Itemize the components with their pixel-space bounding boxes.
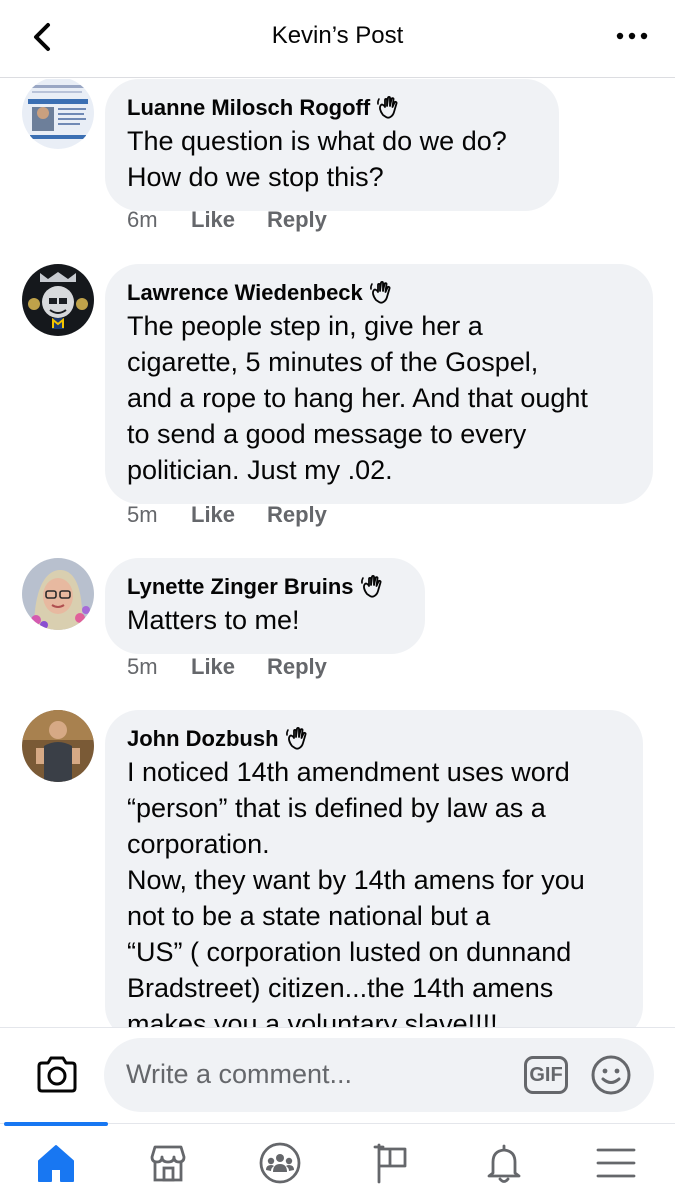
comment-bubble: John Dozbush I noticed 14th amendment us…	[105, 710, 643, 1027]
reply-button[interactable]: Reply	[267, 207, 327, 233]
tab-notifications[interactable]	[448, 1124, 560, 1200]
comment-author[interactable]: Lynette Zinger Bruins	[127, 572, 354, 602]
tab-menu[interactable]	[560, 1124, 672, 1200]
comment-text: Matters to me!	[127, 605, 300, 635]
comment-author[interactable]: John Dozbush	[127, 724, 279, 754]
wave-icon	[369, 280, 391, 304]
comment-text: The people step in, give her a cigarette…	[127, 311, 588, 485]
wave-icon	[377, 95, 398, 119]
emoji-icon[interactable]	[590, 1054, 632, 1096]
like-button[interactable]: Like	[191, 207, 267, 233]
gif-button[interactable]: GIF	[524, 1056, 568, 1094]
menu-icon	[596, 1148, 636, 1177]
comment-timestamp: 5m	[127, 654, 158, 679]
comment-bubble: Luanne Milosch Rogoff The question is wh…	[105, 79, 559, 211]
comment-actions: 5m Like Reply	[127, 502, 327, 528]
groups-icon	[259, 1142, 301, 1183]
comment-input-container: GIF	[104, 1038, 654, 1112]
comment-composer: GIF	[0, 1027, 675, 1123]
bottom-tab-bar	[0, 1122, 675, 1200]
comment-author[interactable]: Lawrence Wiedenbeck	[127, 278, 363, 308]
flag-icon	[373, 1143, 407, 1183]
home-icon	[38, 1144, 74, 1182]
comment-text: I noticed 14th amendment uses word “pers…	[127, 757, 585, 1027]
tab-groups[interactable]	[224, 1124, 336, 1200]
bell-icon	[487, 1144, 521, 1183]
post-header: Kevin’s Post	[0, 0, 675, 78]
marketplace-icon	[150, 1145, 186, 1181]
comment-text: The question is what do we do? How do we…	[127, 126, 507, 192]
comment-input[interactable]	[126, 1054, 506, 1094]
like-button[interactable]: Like	[191, 502, 267, 528]
tab-pages[interactable]	[336, 1124, 448, 1200]
comment-actions: 6m Like Reply	[127, 207, 327, 233]
avatar[interactable]	[22, 710, 94, 782]
comment-bubble: Lynette Zinger Bruins Matters to me!	[105, 558, 425, 654]
page-title: Kevin’s Post	[271, 22, 404, 49]
avatar[interactable]	[22, 264, 94, 336]
more-options-icon[interactable]	[615, 28, 649, 44]
avatar[interactable]	[22, 79, 94, 149]
comment-author[interactable]: Luanne Milosch Rogoff	[127, 93, 370, 123]
wave-icon	[285, 726, 307, 750]
like-button[interactable]: Like	[191, 654, 267, 680]
comment-timestamp: 6m	[127, 207, 158, 232]
comment-bubble: Lawrence Wiedenbeck The people step in, …	[105, 264, 653, 504]
comment-actions: 5m Like Reply	[127, 654, 327, 680]
comment-timestamp: 5m	[127, 502, 158, 527]
wave-icon	[360, 574, 382, 598]
avatar[interactable]	[22, 558, 94, 630]
comments-feed[interactable]: Luanne Milosch Rogoff The question is wh…	[0, 79, 675, 1027]
tab-home[interactable]	[0, 1122, 112, 1200]
tab-marketplace[interactable]	[112, 1124, 224, 1200]
reply-button[interactable]: Reply	[267, 654, 327, 680]
reply-button[interactable]: Reply	[267, 502, 327, 528]
camera-icon[interactable]	[34, 1052, 80, 1098]
